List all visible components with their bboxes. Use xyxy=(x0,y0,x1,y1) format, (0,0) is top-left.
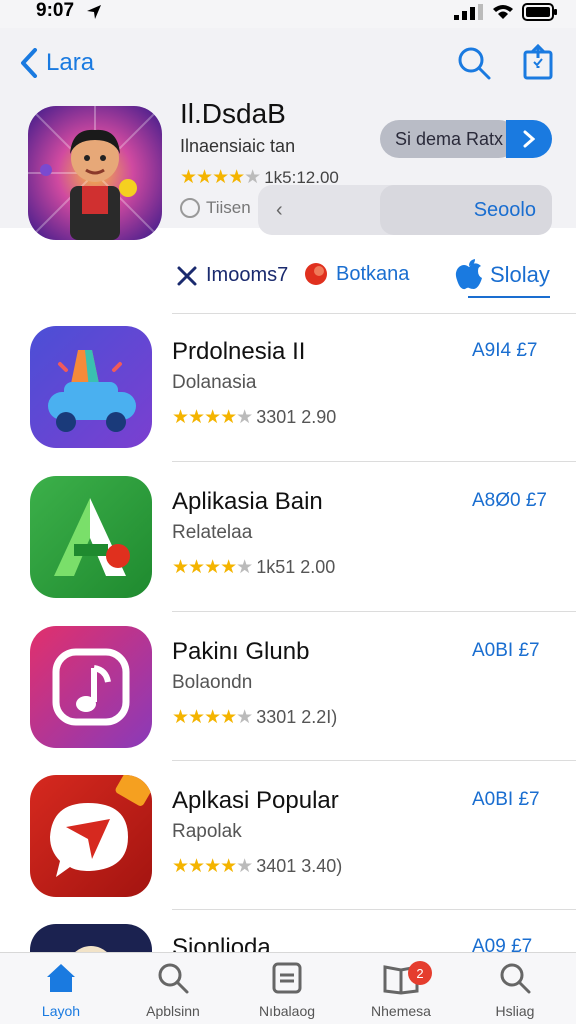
app-subtitle: Rapolak xyxy=(172,821,242,842)
app-subtitle: Dolanasia xyxy=(172,372,257,393)
app-rating: ★★★★★ 3301 2.90 xyxy=(172,406,336,429)
status-time: 9:07 xyxy=(36,0,75,21)
status-icons xyxy=(454,3,558,21)
info-row: Tiisen xyxy=(180,198,251,218)
app-subtitle: Bolaondn xyxy=(172,672,253,693)
notification-badge: 2 xyxy=(408,961,432,985)
price-button[interactable]: A09 £7 xyxy=(472,936,532,952)
wifi-icon xyxy=(493,5,513,19)
list-item[interactable]: Prdolnesia II Dolanasia ★★★★★ 3301 2.90 … xyxy=(0,326,576,474)
search-icon xyxy=(500,963,531,994)
app-name: Prdolnesia II xyxy=(172,338,306,365)
category-label: Botkana xyxy=(336,262,410,285)
app-icon xyxy=(30,775,152,897)
music-note-icon xyxy=(30,626,152,748)
status-bar: 9:07 xyxy=(0,0,576,28)
search-action-button[interactable]: Seoolo xyxy=(380,185,552,235)
search-glyph: ‹ xyxy=(276,198,283,221)
price-button[interactable]: A0BI £7 xyxy=(472,789,540,811)
list-item[interactable]: Aplikasia Bain Relatelaa ★★★★★ 1k51 2.00… xyxy=(0,476,576,624)
divider xyxy=(172,461,576,462)
app-name: Aplikasia Bain xyxy=(172,488,323,515)
chevron-right-icon xyxy=(523,130,535,148)
category-item-3[interactable]: Slolay xyxy=(454,258,550,298)
home-icon xyxy=(47,964,75,992)
get-button[interactable]: Si dema Ratx xyxy=(380,120,518,158)
letter-a-icon xyxy=(30,476,152,598)
app-rating: ★★★★★ 3401 3.40) xyxy=(172,855,342,878)
tab-bar: Layoh Apblsinn Nıbalaog 2 Nhemesa Hsliag xyxy=(0,952,576,1024)
note-icon xyxy=(272,962,302,994)
clock-icon xyxy=(180,198,200,218)
price-button[interactable]: A8Ø0 £7 xyxy=(472,490,547,512)
tab-notes[interactable]: Nıbalaog xyxy=(232,959,342,1019)
category-row: Imooms7 Botkana Slolay xyxy=(0,256,576,300)
location-arrow-icon xyxy=(87,5,101,19)
tab-today[interactable]: Layoh xyxy=(6,959,116,1019)
chevron-left-icon xyxy=(21,48,37,78)
list-item[interactable]: Pakinı Glunb Bolaondn ★★★★★ 3301 2.2I) A… xyxy=(0,626,576,774)
back-label: Lara xyxy=(46,49,95,76)
app-name: Sionlioda xyxy=(172,934,271,952)
list-item[interactable]: Sionlioda A09 £7 xyxy=(0,924,576,952)
rating-stars: ★★★★★ xyxy=(180,167,261,188)
app-rating: ★★★★★ 3301 2.2I) xyxy=(172,706,337,729)
back-button[interactable]: Lara xyxy=(20,48,94,78)
category-label: Slolay xyxy=(490,262,550,287)
app-icon xyxy=(30,924,152,952)
category-label: Imooms7 xyxy=(206,264,289,286)
share-icon[interactable] xyxy=(522,44,554,80)
featured-title: Il.DsdaB xyxy=(180,98,286,129)
divider xyxy=(172,760,576,761)
search-field[interactable]: ‹ Seoolo xyxy=(258,185,552,235)
car-icon xyxy=(30,326,152,448)
tab-label: Layoh xyxy=(41,1003,81,1019)
app-rating: ★★★★★ 1k51 2.00 xyxy=(172,556,335,579)
battery-icon xyxy=(522,3,557,21)
apple-icon xyxy=(455,259,482,290)
rating-stars: ★★★★★ xyxy=(172,407,253,428)
chat-arrow-icon xyxy=(30,775,152,897)
list-item[interactable]: Aplkasi Popular Rapolak ★★★★★ 3401 3.40)… xyxy=(0,775,576,923)
app-icon xyxy=(30,476,152,598)
tab-label: Nıbalaog xyxy=(258,1003,316,1019)
divider xyxy=(172,611,576,612)
tab-library[interactable]: 2 Nhemesa xyxy=(346,959,456,1019)
tab-apps[interactable]: Apblsinn xyxy=(118,959,228,1019)
divider xyxy=(172,909,576,910)
category-item-2[interactable]: Botkana xyxy=(304,262,409,286)
divider xyxy=(172,313,576,314)
app-name: Aplkasi Popular xyxy=(172,787,339,814)
tab-label: Apblsinn xyxy=(146,1003,200,1019)
active-underline xyxy=(468,296,550,298)
search-icon xyxy=(158,963,189,994)
rating-stars: ★★★★★ xyxy=(172,707,253,728)
rating-text: 1k51 2.00 xyxy=(256,557,336,577)
signal-icon xyxy=(454,4,483,20)
character-icon xyxy=(28,106,162,240)
chevron-right-button[interactable] xyxy=(506,120,552,158)
rating-stars: ★★★★★ xyxy=(172,557,253,578)
tab-label: Hsliag xyxy=(495,1003,535,1019)
red-blob-icon xyxy=(305,263,327,285)
price-button[interactable]: A9I4 £7 xyxy=(472,340,538,362)
x-mark-icon xyxy=(177,266,197,285)
featured-subtitle: Ilnaensiaic tan xyxy=(180,136,296,156)
info-text: Tiisen xyxy=(206,198,251,217)
rating-stars: ★★★★★ xyxy=(172,856,253,877)
app-subtitle: Relatelaa xyxy=(172,522,253,543)
rating-text: 3301 2.90 xyxy=(256,407,337,427)
app-name: Pakinı Glunb xyxy=(172,638,310,665)
app-icon xyxy=(30,326,152,448)
rating-text: 3401 3.40) xyxy=(256,856,343,876)
tab-search[interactable]: Hsliag xyxy=(460,959,570,1019)
featured-app-icon[interactable] xyxy=(28,106,162,240)
price-button[interactable]: A0BI £7 xyxy=(472,640,540,662)
search-icon[interactable] xyxy=(456,45,492,81)
dark-app-icon xyxy=(30,924,152,952)
tab-label: Nhemesa xyxy=(371,1003,431,1019)
category-item-1[interactable]: Imooms7 xyxy=(176,264,288,287)
app-icon xyxy=(30,626,152,748)
rating-text: 3301 2.2I) xyxy=(256,707,338,727)
